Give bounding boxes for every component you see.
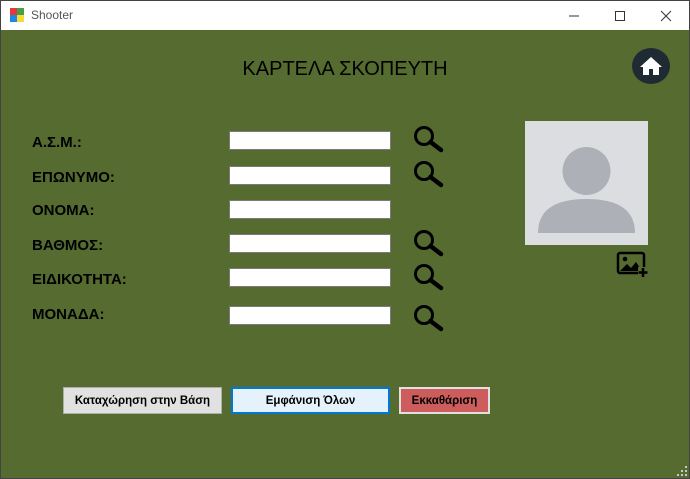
rank-field[interactable] — [229, 234, 391, 253]
window-title: Shooter — [31, 8, 74, 22]
page-title: ΚΑΡΤΕΛΑ ΣΚΟΠΕΥΤΗ — [242, 58, 448, 80]
minimize-button[interactable] — [551, 1, 597, 30]
search-surname-icon[interactable] — [411, 160, 445, 188]
search-rank-icon[interactable] — [411, 229, 445, 257]
app-window: Shooter ΚΑΡΤΕΛΑ ΣΚΟΠΕΥΤΗ Α.Σ.Μ.: ΕΠΩΝΥΜΟ… — [0, 0, 690, 479]
name-label: ΟΝΟΜΑ: — [32, 202, 95, 219]
surname-field[interactable] — [229, 166, 391, 185]
maximize-icon — [615, 10, 625, 21]
clear-button[interactable]: Εκκαθάριση — [399, 387, 490, 414]
app-icon — [10, 8, 24, 22]
search-unit-icon[interactable] — [411, 304, 445, 332]
specialty-label: ΕΙΔΙΚΟΤΗΤΑ: — [32, 271, 127, 288]
close-icon — [660, 10, 672, 21]
home-button[interactable] — [632, 48, 670, 84]
asm-field[interactable] — [229, 131, 391, 150]
show-all-button[interactable]: Εμφάνιση Όλων — [231, 387, 390, 414]
user-placeholder-icon — [538, 147, 635, 233]
close-button[interactable] — [643, 1, 689, 30]
search-specialty-icon[interactable] — [411, 263, 445, 291]
unit-label: ΜΟΝΑΔΑ: — [32, 306, 105, 323]
search-asm-icon[interactable] — [411, 125, 445, 153]
surname-label: ΕΠΩΝΥΜΟ: — [32, 169, 115, 186]
resize-grip-icon[interactable] — [677, 466, 687, 476]
name-field[interactable] — [229, 200, 391, 219]
title-bar: Shooter — [1, 1, 689, 30]
specialty-field[interactable] — [229, 268, 391, 287]
profile-photo[interactable] — [525, 121, 648, 245]
unit-field[interactable] — [229, 306, 391, 325]
asm-label: Α.Σ.Μ.: — [32, 134, 82, 151]
minimize-icon — [569, 15, 579, 16]
maximize-button[interactable] — [597, 1, 643, 30]
rank-label: ΒΑΘΜΟΣ: — [32, 237, 104, 254]
add-image-icon[interactable] — [616, 250, 650, 278]
home-icon — [640, 57, 662, 75]
save-to-db-button[interactable]: Καταχώρηση στην Βάση — [63, 387, 222, 414]
